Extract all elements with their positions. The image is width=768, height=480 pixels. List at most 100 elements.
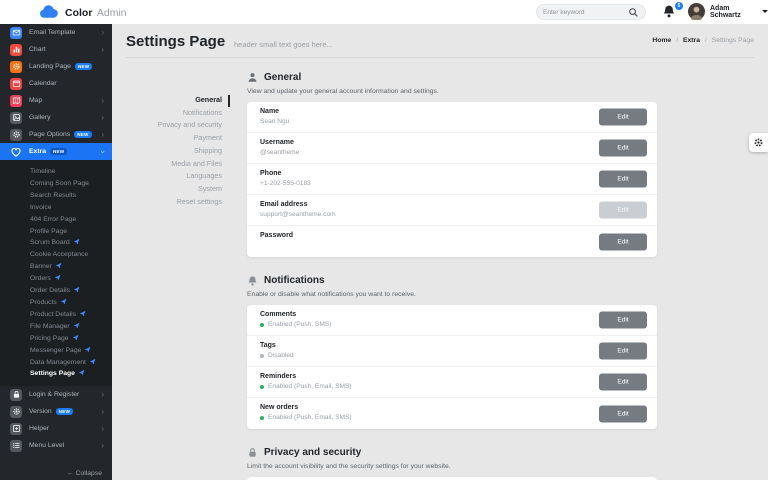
general-row-email-address: Email addresssupport@seantheme.comEdit bbox=[247, 195, 657, 226]
settings-nav-active-indicator bbox=[228, 95, 230, 107]
edit-tags-button[interactable]: Edit bbox=[599, 343, 647, 360]
cloud-logo-icon bbox=[38, 5, 59, 19]
notification-row-reminders: RemindersEnabled (Push, Email, SMS)Edit bbox=[247, 367, 657, 398]
sidebar-subitem-search-results[interactable]: Search Results bbox=[0, 190, 112, 202]
sidebar-subitem-settings-page[interactable]: Settings Page bbox=[0, 368, 112, 380]
section-general-description: View and update your general account inf… bbox=[247, 88, 657, 95]
calendar-icon bbox=[10, 78, 22, 90]
bell-icon bbox=[247, 275, 258, 287]
sidebar-item-menu-level[interactable]: Menu Level› bbox=[0, 437, 112, 454]
sidebar-subitem-coming-soon-page[interactable]: Coming Soon Page bbox=[0, 178, 112, 190]
sidebar-item-page-options[interactable]: Page OptionsNEW› bbox=[0, 126, 112, 143]
settings-nav-privacy-and-security[interactable]: Privacy and security bbox=[130, 119, 222, 132]
settings-nav-shipping[interactable]: Shipping bbox=[130, 145, 222, 158]
notification-row-comments: CommentsEnabled (Push, SMS)Edit bbox=[247, 305, 657, 336]
sidebar-subitem-cookie-acceptance-banner[interactable]: Cookie Acceptance Banner bbox=[0, 249, 112, 273]
status-dot-disabled bbox=[260, 354, 264, 358]
send-icon bbox=[54, 274, 61, 281]
general-row-password: Password Edit bbox=[247, 226, 657, 257]
sidebar-item-version[interactable]: VersionNEW› bbox=[0, 403, 112, 420]
sidebar-subitem-scrum-board[interactable]: Scrum Board bbox=[0, 237, 112, 249]
sidebar-item-email-template[interactable]: Email Template› bbox=[0, 24, 112, 41]
sidebar-subitem-product-details[interactable]: Product Details bbox=[0, 309, 112, 321]
edit-name-button[interactable]: Edit bbox=[599, 109, 647, 126]
sidebar-collapse-button[interactable]: ← Collapse bbox=[67, 470, 102, 477]
send-icon bbox=[89, 358, 96, 365]
sidebar-item-calendar[interactable]: Calendar bbox=[0, 75, 112, 92]
page-subtitle: header small text goes here... bbox=[234, 40, 333, 49]
send-icon bbox=[55, 262, 62, 269]
status-dot-enabled bbox=[260, 416, 264, 420]
edit-reminders-button[interactable]: Edit bbox=[599, 374, 647, 391]
sidebar-item-chart[interactable]: Chart› bbox=[0, 41, 112, 58]
sidebar-subitem-pricing-page[interactable]: Pricing Page bbox=[0, 333, 112, 345]
edit-email-address-button[interactable]: Edit bbox=[599, 202, 647, 219]
send-icon bbox=[73, 322, 80, 329]
settings-nav-general[interactable]: General bbox=[130, 94, 222, 107]
section-notifications-header: Notifications bbox=[247, 274, 657, 287]
sidebar-subitem-messenger-page[interactable]: Messenger Page bbox=[0, 345, 112, 357]
sidebar-subitem-file-manager[interactable]: File Manager bbox=[0, 321, 112, 333]
sidebar-subitem-timeline[interactable]: Timeline bbox=[0, 166, 112, 178]
edit-username-button[interactable]: Edit bbox=[599, 140, 647, 157]
status-text: Enabled (Push, Email, SMS) bbox=[268, 414, 352, 421]
settings-nav-notifications[interactable]: Notifications bbox=[130, 107, 222, 120]
sidebar-subitem-products[interactable]: Products bbox=[0, 297, 112, 309]
breadcrumb-home[interactable]: Home bbox=[652, 37, 671, 44]
sidebar-subitem-profile-page[interactable]: Profile Page bbox=[0, 226, 112, 238]
row-value: @seantheme bbox=[260, 149, 587, 156]
sidebar-subitem-orders[interactable]: Orders bbox=[0, 273, 112, 285]
settings-nav-media-and-files[interactable]: Media and Files bbox=[130, 158, 222, 171]
chevron-right-icon: › bbox=[101, 442, 104, 450]
sidebar-subitem-invoice[interactable]: Invoice bbox=[0, 202, 112, 214]
breadcrumb-extra[interactable]: Extra bbox=[683, 37, 700, 44]
row-value: +1-202-555-0183 bbox=[260, 180, 587, 187]
sidebar-subitem-label: 404 Error Page bbox=[30, 216, 76, 223]
search-input[interactable] bbox=[543, 9, 628, 16]
sidebar-item-helper[interactable]: Helper› bbox=[0, 420, 112, 437]
sidebar-item-gallery[interactable]: Gallery› bbox=[0, 109, 112, 126]
edit-comments-button[interactable]: Edit bbox=[599, 312, 647, 329]
topbar: Color Admin 5 Adam Schwartz bbox=[0, 0, 768, 24]
sidebar-item-label: Page Options bbox=[29, 131, 70, 138]
row-label: Password bbox=[260, 232, 587, 239]
edit-password-button[interactable]: Edit bbox=[599, 233, 647, 250]
notifications-bell-button[interactable]: 5 bbox=[662, 4, 680, 22]
settings-nav-reset-settings[interactable]: Reset settings bbox=[130, 196, 222, 209]
person-icon bbox=[247, 72, 258, 83]
sidebar-subitem-label: Products bbox=[30, 299, 57, 306]
sidebar-item-login-register[interactable]: Login & Register› bbox=[0, 386, 112, 403]
sidebar-subitem-order-details[interactable]: Order Details bbox=[0, 285, 112, 297]
settings-nav-languages[interactable]: Languages bbox=[130, 170, 222, 183]
search-box[interactable] bbox=[536, 4, 646, 20]
brand-logo[interactable]: Color Admin bbox=[0, 3, 127, 21]
section-notifications-title: Notifications bbox=[264, 275, 325, 286]
sidebar-item-landing-page[interactable]: Landing PageNEW bbox=[0, 58, 112, 75]
user-menu[interactable]: Adam Schwartz bbox=[688, 3, 768, 20]
lock-icon bbox=[247, 447, 258, 458]
sidebar-subitem-data-management[interactable]: Data Management bbox=[0, 357, 112, 369]
search-icon[interactable] bbox=[628, 7, 639, 18]
notification-row-tags: TagsDisabledEdit bbox=[247, 336, 657, 367]
brand-light: Admin bbox=[97, 7, 127, 19]
sidebar-subitem-label: Pricing Page bbox=[30, 335, 69, 342]
send-icon bbox=[72, 334, 79, 341]
flower-icon bbox=[10, 406, 22, 418]
edit-new-orders-button[interactable]: Edit bbox=[599, 405, 647, 422]
sidebar-item-map[interactable]: Map› bbox=[0, 92, 112, 109]
sidebar-subitem-label: Orders bbox=[30, 275, 51, 282]
lock-icon bbox=[10, 389, 22, 401]
sidebar-item-extra[interactable]: ExtraNEW› bbox=[0, 143, 112, 160]
new-badge: NEW bbox=[56, 408, 73, 415]
sidebar-subitem-404-error-page[interactable]: 404 Error Page bbox=[0, 214, 112, 226]
sidebar-item-label: Version bbox=[29, 408, 52, 415]
settings-nav-payment[interactable]: Payment bbox=[130, 132, 222, 145]
new-badge: NEW bbox=[50, 148, 67, 155]
status-text: Disabled bbox=[268, 352, 294, 359]
settings-nav-system[interactable]: System bbox=[130, 183, 222, 196]
edit-phone-button[interactable]: Edit bbox=[599, 171, 647, 188]
sidebar-subitem-label: Order Details bbox=[30, 287, 70, 294]
theme-settings-button[interactable] bbox=[749, 133, 768, 152]
breadcrumb-separator: / bbox=[705, 37, 707, 44]
plus-box-icon bbox=[10, 423, 22, 435]
